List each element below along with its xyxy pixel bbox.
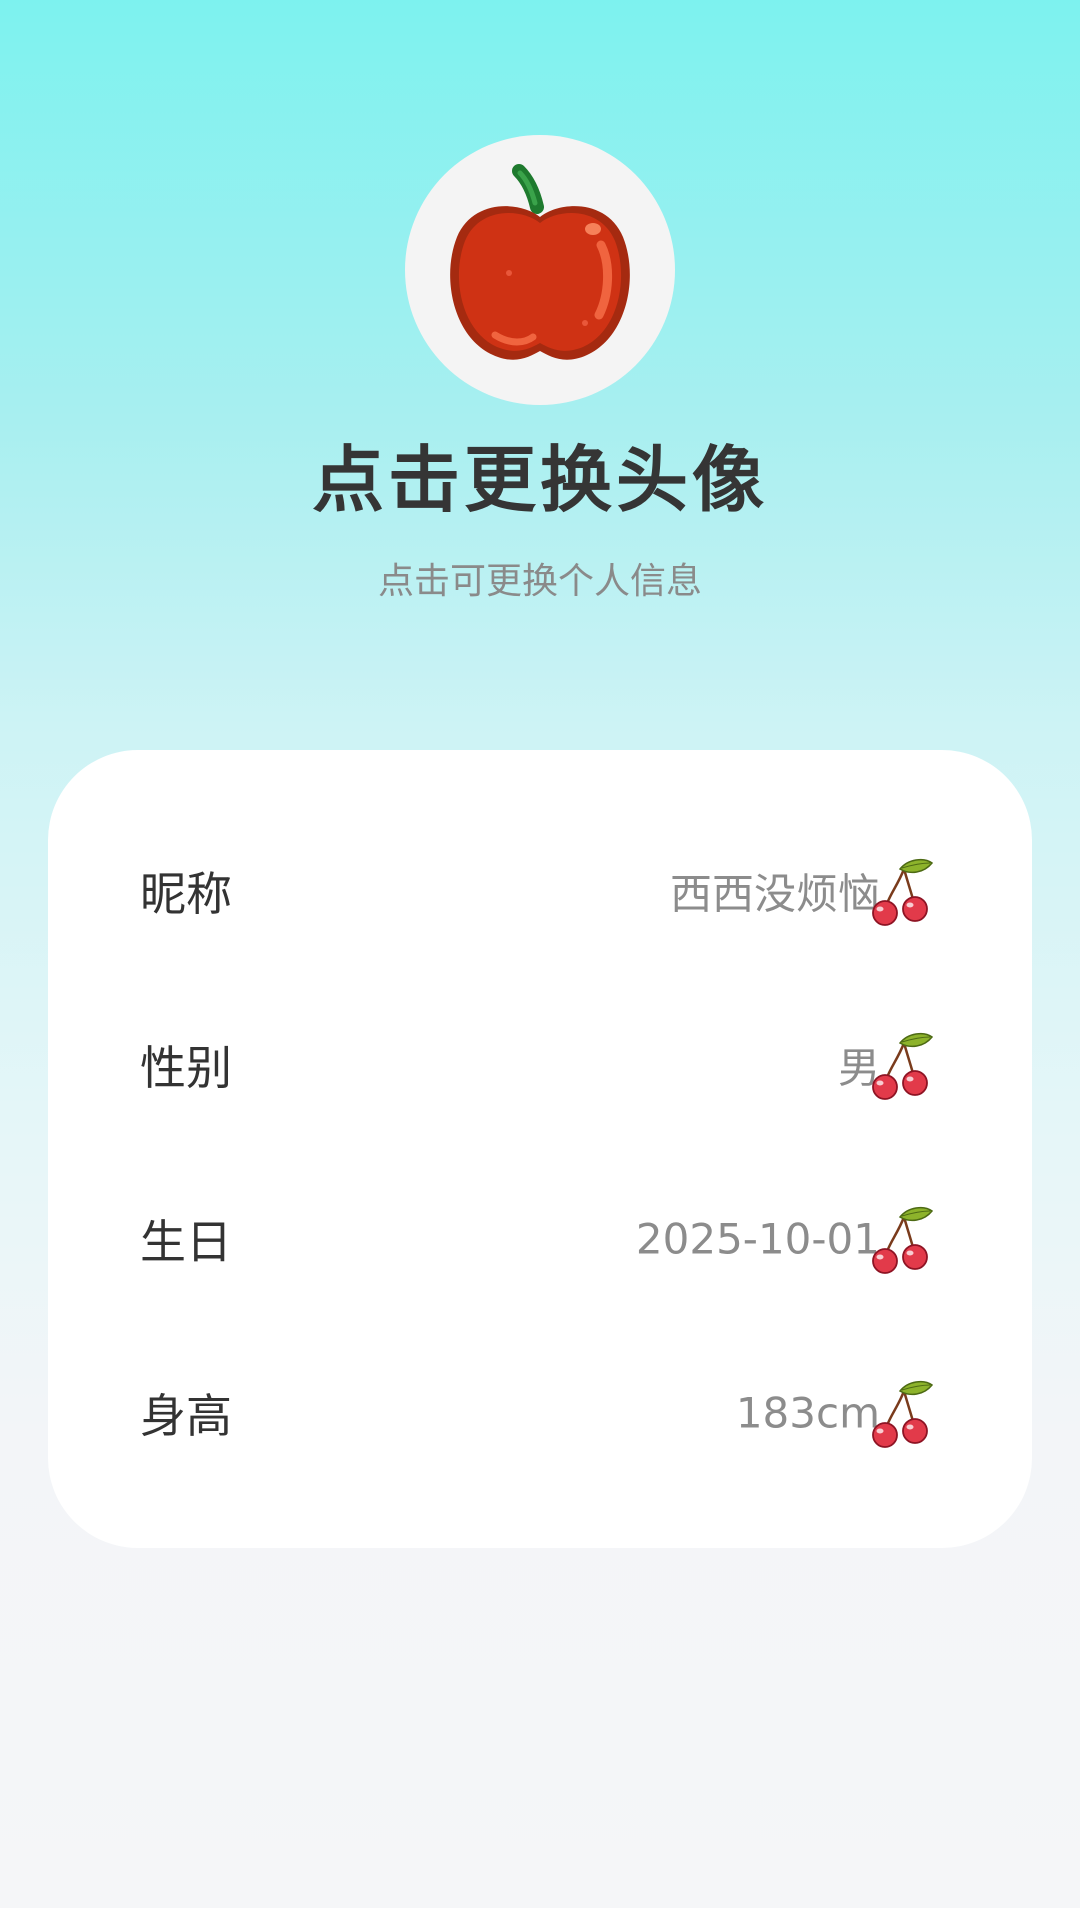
cherry-icon bbox=[868, 1029, 934, 1101]
cherry-icon bbox=[868, 855, 934, 927]
height-row[interactable]: 身高 183cm bbox=[48, 1326, 1032, 1500]
birthday-label: 生日 bbox=[140, 1215, 232, 1269]
nickname-label: 昵称 bbox=[140, 867, 232, 921]
height-label: 身高 bbox=[140, 1389, 232, 1443]
apple-icon bbox=[450, 164, 630, 360]
cherry-icon bbox=[868, 1377, 934, 1449]
gender-label: 性别 bbox=[140, 1041, 232, 1095]
nickname-row[interactable]: 昵称 西西没烦恼 bbox=[48, 804, 1032, 978]
change-avatar-title[interactable]: 点击更换头像 bbox=[0, 435, 1080, 525]
nickname-value: 西西没烦恼 bbox=[669, 869, 880, 919]
height-value: 183cm bbox=[735, 1388, 880, 1438]
birthday-value: 2025-10-01 bbox=[635, 1214, 880, 1264]
change-info-hint: 点击可更换个人信息 bbox=[377, 561, 702, 602]
profile-info-card: 昵称 西西没烦恼 性别 男 生日 2025-10-01 身高 183cm bbox=[48, 750, 1032, 1548]
cherry-icon bbox=[868, 1203, 934, 1275]
avatar[interactable] bbox=[405, 135, 675, 405]
birthday-row[interactable]: 生日 2025-10-01 bbox=[48, 1152, 1032, 1326]
gender-row[interactable]: 性别 男 bbox=[48, 978, 1032, 1152]
